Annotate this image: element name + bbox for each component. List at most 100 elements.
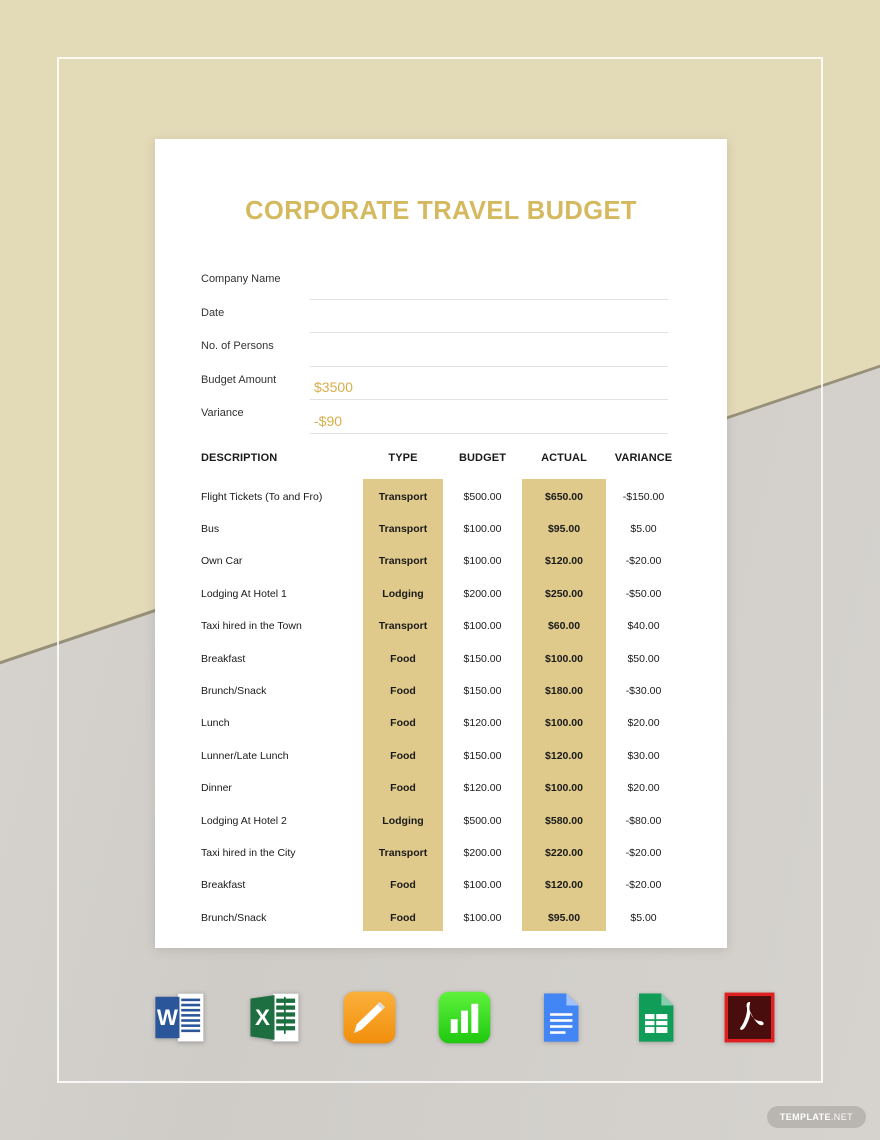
- cell-actual: $120.00: [545, 749, 583, 762]
- cell-type: Transport: [378, 523, 428, 536]
- cell-actual: $95.00: [547, 911, 581, 924]
- cell-actual: $180.00: [545, 685, 583, 698]
- adobe-pdf-icon[interactable]: [722, 990, 777, 1045]
- cell-variance: $40.00: [627, 620, 660, 633]
- cell-description: Lodging At Hotel 1: [201, 587, 287, 600]
- cell-budget: $120.00: [463, 717, 502, 730]
- budget-summary-form: Company Name Date No. of Persons Budget …: [201, 266, 681, 434]
- cell-type: Food: [390, 749, 416, 762]
- table-header-row: DESCRIPTION TYPE BUDGET ACTUAL VARIANCE: [201, 452, 681, 481]
- cell-budget: $500.00: [463, 814, 502, 827]
- variance-value: -$90: [314, 412, 343, 429]
- microsoft-excel-icon[interactable]: X: [247, 990, 302, 1045]
- cell-variance: -$20.00: [625, 846, 662, 859]
- expense-table-head: DESCRIPTION TYPE BUDGET ACTUAL VARIANCE: [201, 452, 681, 481]
- cell-actual: $100.00: [545, 717, 583, 730]
- table-row: Taxi hired in the City Transport $200.00 $2…: [201, 837, 681, 869]
- apple-numbers-icon[interactable]: [437, 990, 492, 1045]
- table-row: Breakfast Food $150.00 $100.00 $50.00: [201, 642, 681, 674]
- google-sheets-icon[interactable]: [627, 990, 682, 1045]
- cell-variance: $50.00: [627, 652, 660, 665]
- cell-type: Transport: [378, 846, 428, 859]
- cell-description: Own Car: [201, 555, 243, 568]
- company-name-label: Company Name: [201, 273, 281, 285]
- cell-description: Breakfast: [201, 879, 246, 892]
- cell-actual: $580.00: [545, 814, 583, 827]
- cell-actual: $100.00: [545, 652, 583, 665]
- cell-variance: -$50.00: [625, 587, 662, 600]
- column-header-budget: BUDGET: [458, 451, 507, 464]
- table-row: Lunner/Late Lunch Food $150.00 $120.00 $30.0…: [201, 740, 681, 772]
- form-row-company-name: Company Name: [201, 266, 681, 300]
- table-row: Breakfast Food $100.00 $120.00 -$20.00: [201, 869, 681, 901]
- cell-description: Taxi hired in the City: [201, 846, 296, 859]
- cell-actual: $60.00: [547, 620, 581, 633]
- table-row: Dinner Food $120.00 $100.00 $20.00: [201, 772, 681, 804]
- file-format-icon-row: W X: [152, 990, 775, 1045]
- cell-description: Bus: [201, 523, 220, 536]
- svg-text:X: X: [255, 1005, 270, 1030]
- cell-description: Taxi hired in the Town: [201, 620, 302, 633]
- cell-budget: $200.00: [463, 846, 502, 859]
- cell-type: Transport: [378, 490, 428, 503]
- cell-actual: $120.00: [545, 555, 583, 568]
- cell-type: Lodging: [382, 814, 424, 827]
- cell-budget: $100.00: [463, 620, 502, 633]
- cell-budget: $150.00: [463, 749, 502, 762]
- table-row: Lodging At Hotel 2 Lodging $500.00 $580.00 -…: [201, 804, 681, 836]
- cell-variance: -$30.00: [625, 685, 662, 698]
- budget-amount-value: $3500: [314, 379, 353, 395]
- column-header-description: DESCRIPTION: [201, 451, 278, 464]
- cell-type: Transport: [378, 620, 428, 633]
- form-row-variance: Variance -$90: [201, 400, 681, 434]
- table-row: Brunch/Snack Food $100.00 $95.00 $5.00: [201, 902, 681, 934]
- cell-budget: $150.00: [463, 685, 502, 698]
- cell-actual: $100.00: [545, 782, 583, 795]
- cell-variance: $5.00: [630, 523, 657, 536]
- cell-description: Dinner: [201, 782, 232, 795]
- cell-variance: $5.00: [630, 911, 657, 924]
- apple-pages-icon[interactable]: [342, 990, 397, 1045]
- table-row: Lodging At Hotel 1 Lodging $200.00 $250.00 -…: [201, 578, 681, 610]
- variance-input[interactable]: [310, 432, 668, 434]
- cell-type: Food: [390, 717, 416, 730]
- cell-type: Food: [390, 652, 416, 665]
- cell-budget: $150.00: [463, 652, 502, 665]
- cell-type: Lodging: [382, 587, 424, 600]
- expense-table-wrapper: DESCRIPTION TYPE BUDGET ACTUAL VARIANCE …: [201, 452, 681, 934]
- page-canvas: CORPORATE TRAVEL BUDGET Company Name Dat…: [0, 0, 880, 1140]
- cell-budget: $100.00: [463, 911, 502, 924]
- expense-table: DESCRIPTION TYPE BUDGET ACTUAL VARIANCE …: [201, 452, 681, 934]
- document-card: CORPORATE TRAVEL BUDGET Company Name Dat…: [155, 139, 727, 948]
- watermark-suffix: .NET: [830, 1112, 853, 1122]
- variance-label: Variance: [201, 407, 244, 419]
- cell-description: Lunch: [201, 717, 230, 730]
- table-row: Bus Transport $100.00 $95.00 $5.00: [201, 513, 681, 545]
- cell-variance: -$150.00: [622, 490, 665, 503]
- form-row-budget-amount: Budget Amount $3500: [201, 367, 681, 400]
- cell-actual: $120.00: [545, 879, 583, 892]
- watermark-brand: TEMPLATE: [779, 1112, 831, 1122]
- expense-table-body: Flight Tickets (To and Fro) Transport $500…: [201, 481, 681, 934]
- cell-variance: $30.00: [627, 749, 660, 762]
- table-row: Taxi hired in the Town Transport $100.00 $6…: [201, 610, 681, 642]
- cell-actual: $220.00: [545, 846, 583, 859]
- form-row-date: Date: [201, 300, 681, 333]
- cell-budget: $100.00: [463, 523, 502, 536]
- table-row: Brunch/Snack Food $150.00 $180.00 -$30.00: [201, 675, 681, 707]
- cell-description: Brunch/Snack: [201, 911, 267, 924]
- cell-variance: -$80.00: [625, 814, 662, 827]
- cell-budget: $100.00: [463, 879, 502, 892]
- cell-budget: $100.00: [463, 555, 502, 568]
- table-row: Lunch Food $120.00 $100.00 $20.00: [201, 707, 681, 739]
- cell-description: Lunner/Late Lunch: [201, 749, 289, 762]
- google-docs-icon[interactable]: [532, 990, 587, 1045]
- cell-budget: $120.00: [463, 782, 502, 795]
- microsoft-word-icon[interactable]: W: [152, 990, 207, 1045]
- cell-description: Breakfast: [201, 652, 246, 665]
- cell-variance: $20.00: [627, 717, 660, 730]
- cell-description: Lodging At Hotel 2: [201, 814, 287, 827]
- cell-actual: $95.00: [547, 523, 581, 536]
- cell-type: Food: [390, 685, 416, 698]
- table-row: Own Car Transport $100.00 $120.00 -$20.00: [201, 545, 681, 577]
